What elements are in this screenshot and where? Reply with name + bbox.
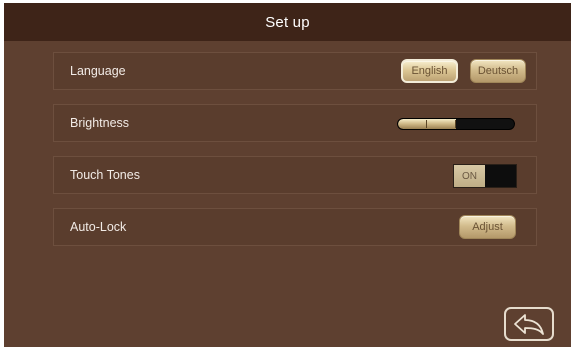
back-button[interactable] <box>504 307 554 341</box>
brightness-label: Brightness <box>70 116 130 130</box>
touch-tones-label: Touch Tones <box>70 168 140 182</box>
setup-screen: Set up Language English Deutsch Brightne… <box>4 3 571 347</box>
slider-tick <box>455 120 456 128</box>
touch-tones-toggle[interactable]: ON <box>453 164 517 188</box>
language-deutsch-label: Deutsch <box>477 65 519 77</box>
back-arrow-icon <box>514 314 544 335</box>
brightness-slider[interactable] <box>397 118 515 130</box>
brightness-slider-fill <box>398 119 456 129</box>
setting-row-brightness: Brightness <box>53 104 537 142</box>
toggle-on-indicator: ON <box>454 165 485 187</box>
language-english-label: English <box>411 65 448 77</box>
setting-row-auto-lock: Auto-Lock Adjust <box>53 208 537 246</box>
auto-lock-label: Auto-Lock <box>70 220 127 234</box>
language-deutsch-button[interactable]: Deutsch <box>470 59 526 83</box>
setting-row-language: Language English Deutsch <box>53 52 537 90</box>
adjust-button-label: Adjust <box>472 221 503 233</box>
language-label: Language <box>70 64 126 78</box>
auto-lock-adjust-button[interactable]: Adjust <box>459 215 516 239</box>
title-bar: Set up <box>4 3 571 41</box>
language-english-button[interactable]: English <box>401 59 458 83</box>
page-title: Set up <box>265 13 310 31</box>
slider-tick <box>426 120 427 128</box>
setting-row-touch-tones: Touch Tones ON <box>53 156 537 194</box>
